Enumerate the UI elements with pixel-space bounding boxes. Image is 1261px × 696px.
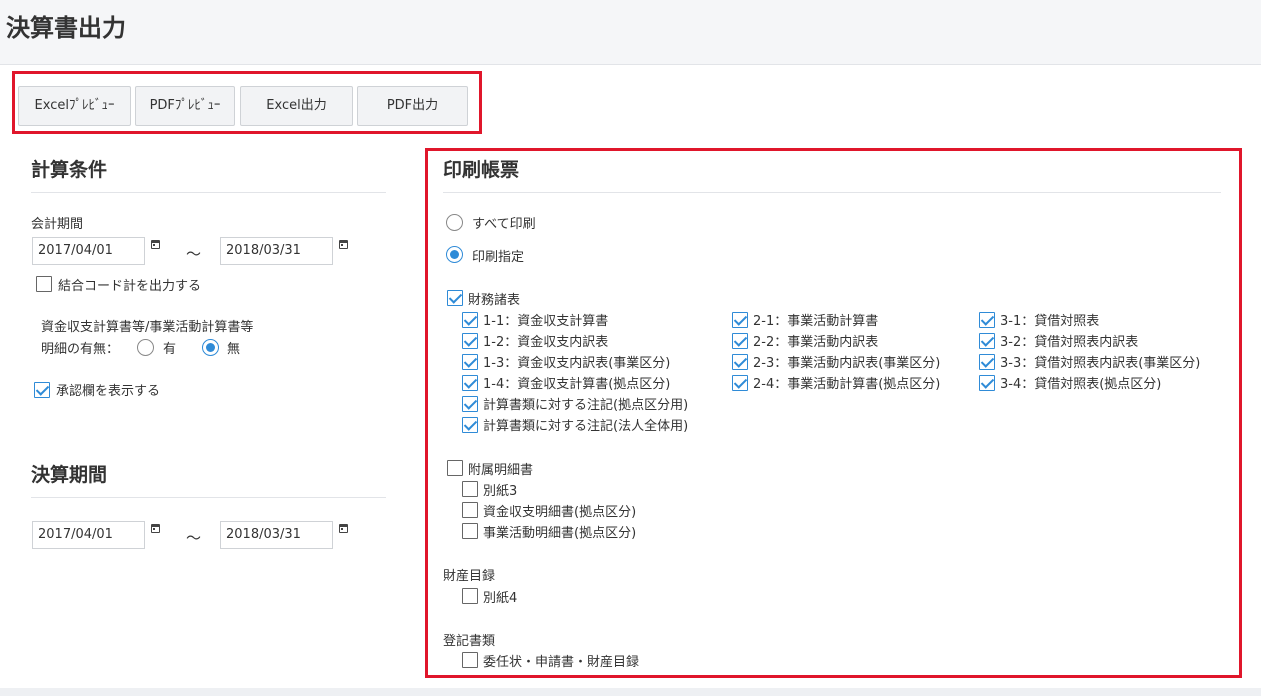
- form-label: 1-4：資金収支計算書(拠点区分): [483, 377, 671, 392]
- detail-yes-radio[interactable]: [137, 339, 154, 356]
- calendar-icon[interactable]: [339, 240, 348, 249]
- combine-code-label: 結合コード計を出力する: [58, 279, 202, 294]
- supplementary-checkbox[interactable]: [447, 460, 463, 476]
- combine-code-checkbox[interactable]: [36, 276, 52, 292]
- print-all-radio[interactable]: [446, 214, 463, 231]
- fiscal-period-label: 会計期間: [31, 217, 84, 232]
- form-checkbox[interactable]: [462, 312, 478, 328]
- form-label: 別紙4: [483, 591, 518, 606]
- range-tilde: 〜: [186, 245, 202, 263]
- approval-checkbox[interactable]: [34, 382, 50, 398]
- bottom-strip: [0, 688, 1261, 696]
- financial-statements-checkbox[interactable]: [447, 290, 463, 306]
- form-label: 別紙3: [483, 484, 518, 499]
- print-specified-radio[interactable]: [446, 246, 463, 263]
- form-label: 1-1：資金収支計算書: [483, 314, 609, 329]
- print-specified-label: 印刷指定: [472, 250, 525, 265]
- registration-docs-label: 登記書類: [443, 634, 496, 649]
- calc-conditions-title: 計算条件: [31, 159, 108, 181]
- form-checkbox[interactable]: [462, 333, 478, 349]
- form-label: 資金収支明細書(拠点区分): [483, 505, 637, 520]
- closing-period-divider: [31, 497, 386, 498]
- property-inventory-label: 財産目録: [443, 569, 496, 584]
- calendar-icon[interactable]: [339, 524, 348, 533]
- closing-period-title: 決算期間: [31, 464, 108, 486]
- calendar-icon[interactable]: [151, 240, 160, 249]
- form-label: 事業活動明細書(拠点区分): [483, 526, 637, 541]
- detail-exists-label: 明細の有無：: [41, 342, 120, 357]
- form-checkbox[interactable]: [462, 523, 478, 539]
- excel-preview-button[interactable]: Excelﾌﾟﾚﾋﾞｭｰ: [18, 86, 131, 126]
- form-label: 2-4：事業活動計算書(拠点区分): [753, 377, 941, 392]
- form-checkbox[interactable]: [462, 588, 478, 604]
- form-checkbox[interactable]: [979, 375, 995, 391]
- form-label: 3-4：貸借対照表(拠点区分): [1000, 377, 1162, 392]
- pdf-output-button[interactable]: PDF出力: [357, 86, 468, 126]
- page-title: 決算書出力: [6, 14, 126, 42]
- form-label: 計算書類に対する注記(拠点区分用): [483, 398, 689, 413]
- form-checkbox[interactable]: [462, 481, 478, 497]
- output-button-group: Excelﾌﾟﾚﾋﾞｭｰ PDFﾌﾟﾚﾋﾞｭｰ Excel出力 PDF出力: [12, 71, 482, 134]
- form-checkbox[interactable]: [732, 333, 748, 349]
- form-label: 3-1：貸借対照表: [1000, 314, 1100, 329]
- print-all-label: すべて印刷: [472, 217, 536, 232]
- range-tilde: 〜: [186, 529, 202, 547]
- print-forms-title: 印刷帳票: [443, 159, 520, 181]
- pdf-preview-button[interactable]: PDFﾌﾟﾚﾋﾞｭｰ: [135, 86, 235, 126]
- form-label: 計算書類に対する注記(法人全体用): [483, 419, 689, 434]
- form-checkbox[interactable]: [462, 652, 478, 668]
- calendar-icon[interactable]: [151, 524, 160, 533]
- form-checkbox[interactable]: [732, 375, 748, 391]
- print-forms-box: [425, 148, 1242, 678]
- supplementary-label: 附属明細書: [468, 463, 534, 478]
- form-label: 1-2：資金収支内訳表: [483, 335, 609, 350]
- form-checkbox[interactable]: [462, 396, 478, 412]
- form-label: 委任状・申請書・財産目録: [483, 655, 640, 670]
- calc-conditions-divider: [31, 192, 386, 193]
- form-checkbox[interactable]: [979, 333, 995, 349]
- form-label: 1-3：資金収支内訳表(事業区分): [483, 356, 671, 371]
- form-checkbox[interactable]: [462, 417, 478, 433]
- form-checkbox[interactable]: [462, 354, 478, 370]
- fiscal-period-to-input[interactable]: 2018/03/31: [220, 237, 333, 265]
- form-checkbox[interactable]: [462, 375, 478, 391]
- excel-output-button[interactable]: Excel出力: [240, 86, 353, 126]
- form-checkbox[interactable]: [979, 354, 995, 370]
- form-label: 2-1：事業活動計算書: [753, 314, 879, 329]
- form-label: 3-3：貸借対照表内訳表(事業区分): [1000, 356, 1201, 371]
- fiscal-period-from-input[interactable]: 2017/04/01: [32, 237, 145, 265]
- approval-label: 承認欄を表示する: [56, 384, 161, 399]
- form-checkbox[interactable]: [979, 312, 995, 328]
- detail-no-label: 無: [227, 342, 241, 357]
- print-forms-divider: [443, 192, 1221, 193]
- detail-no-radio[interactable]: [202, 339, 219, 356]
- detail-option-label: 資金収支計算書等/事業活動計算書等: [41, 320, 254, 335]
- form-label: 2-3：事業活動内訳表(事業区分): [753, 356, 941, 371]
- form-checkbox[interactable]: [462, 502, 478, 518]
- form-checkbox[interactable]: [732, 354, 748, 370]
- detail-yes-label: 有: [163, 342, 177, 357]
- closing-period-to-input[interactable]: 2018/03/31: [220, 521, 333, 549]
- closing-period-from-input[interactable]: 2017/04/01: [32, 521, 145, 549]
- form-checkbox[interactable]: [732, 312, 748, 328]
- financial-statements-label: 財務諸表: [468, 293, 521, 308]
- form-label: 2-2：事業活動内訳表: [753, 335, 879, 350]
- form-label: 3-2：貸借対照表内訳表: [1000, 335, 1139, 350]
